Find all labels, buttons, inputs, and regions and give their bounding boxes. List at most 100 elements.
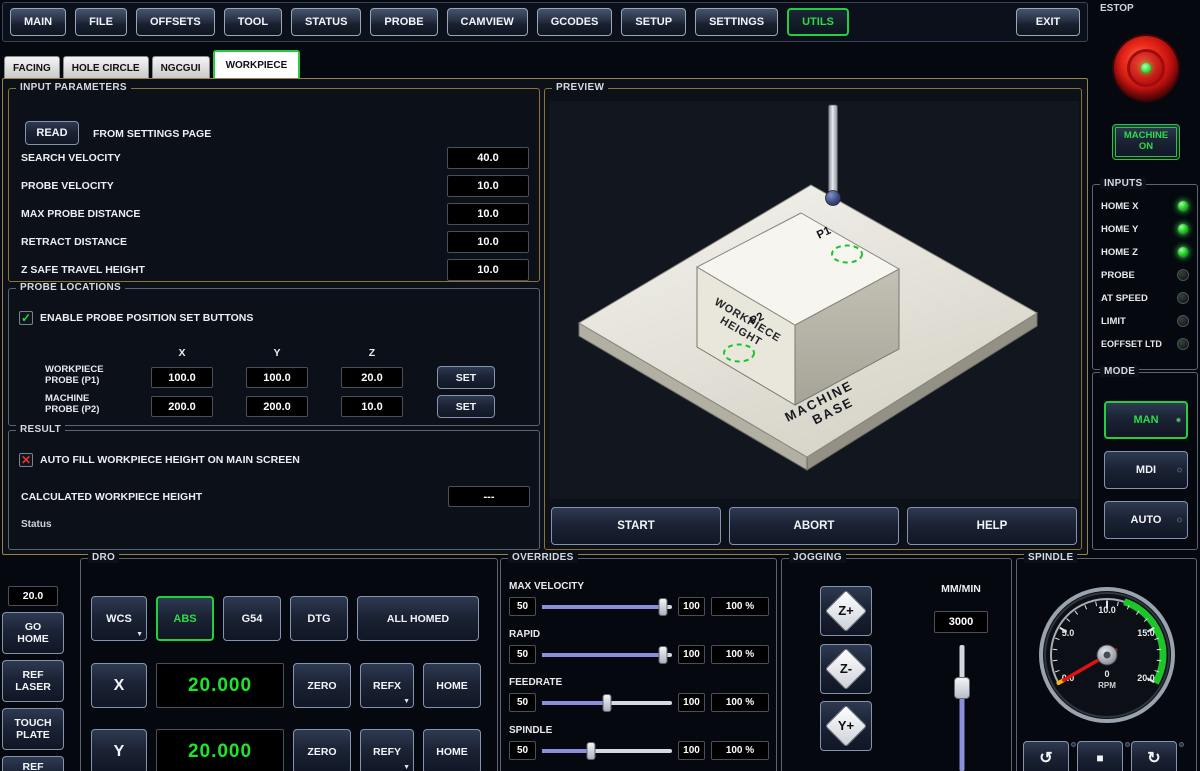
exit-button[interactable]: EXIT — [1016, 8, 1080, 36]
gauge-tick-5: 5.0 — [1062, 628, 1075, 638]
menu-settings[interactable]: SETTINGS — [695, 8, 778, 36]
autofill-height-checkbox[interactable]: ✕ — [19, 453, 33, 467]
p1-y-field[interactable]: 100.0 — [246, 367, 308, 388]
menu-gcodes[interactable]: GCODES — [537, 8, 613, 36]
tab-workpiece[interactable]: WORKPIECE — [213, 50, 301, 81]
touch-plate-label: TOUCH PLATE — [14, 717, 51, 741]
mode-man-button[interactable]: MAN — [1104, 401, 1188, 439]
go-home-button[interactable]: GO HOME — [2, 612, 64, 654]
retract-distance-label: RETRACT DISTANCE — [21, 236, 127, 248]
p1-x-field[interactable]: 100.0 — [151, 367, 213, 388]
read-caption: FROM SETTINGS PAGE — [93, 128, 211, 140]
laser-offset-field[interactable]: 20.0 — [8, 586, 58, 606]
autofill-height-label: AUTO FILL WORKPIECE HEIGHT ON MAIN SCREE… — [40, 454, 300, 466]
wcs-label: WCS — [106, 613, 132, 625]
gauge-hub-center — [1104, 652, 1111, 659]
abort-button[interactable]: ABORT — [729, 507, 899, 545]
input-label-at-speed: AT SPEED — [1101, 293, 1148, 304]
x-home-button[interactable]: HOME — [423, 663, 481, 708]
jog-z-minus-button[interactable]: Z- — [820, 644, 872, 694]
retract-distance-field[interactable]: 10.0 — [447, 231, 529, 253]
jog-rate-field[interactable]: 3000 — [934, 611, 988, 633]
x-zero-button[interactable]: ZERO — [293, 663, 351, 708]
probe-locations-group: PROBE LOCATIONS ✓ ENABLE PROBE POSITION … — [8, 288, 540, 426]
search-velocity-field[interactable]: 40.0 — [447, 147, 529, 169]
max-probe-distance-field[interactable]: 10.0 — [447, 203, 529, 225]
max-velocity-slider[interactable] — [542, 598, 672, 616]
jog-z-plus-button[interactable]: Z+ — [820, 586, 872, 636]
input-label-limit: LIMIT — [1101, 316, 1126, 327]
y-zero-button[interactable]: ZERO — [293, 729, 351, 771]
feedrate-label: FEEDRATE — [509, 677, 562, 688]
g54-button[interactable]: G54 — [223, 596, 281, 641]
jog-rate-slider[interactable] — [954, 645, 970, 771]
chevron-down-icon: ▼ — [136, 631, 143, 638]
spindle-override-label: SPINDLE — [509, 725, 552, 736]
menu-offsets[interactable]: OFFSETS — [136, 8, 215, 36]
spindle-override-slider[interactable] — [542, 742, 672, 760]
start-button[interactable]: START — [551, 507, 721, 545]
estop-button[interactable] — [1114, 36, 1178, 100]
p1-set-button[interactable]: SET — [437, 366, 495, 389]
spindle-percent: 100 % — [711, 741, 769, 760]
p2-y-field[interactable]: 200.0 — [246, 396, 308, 417]
y-axis-button[interactable]: Y — [91, 729, 147, 771]
stop-square-icon: ■ — [1096, 751, 1103, 765]
p2-x-field[interactable]: 200.0 — [151, 396, 213, 417]
preview-group: PREVIEW WO — [544, 88, 1082, 550]
p2-z-field[interactable]: 10.0 — [341, 396, 403, 417]
x-axis-dro-display: 20.000 — [156, 663, 284, 708]
ref-button[interactable]: REF — [2, 756, 64, 771]
go-home-label: GO HOME — [17, 621, 49, 645]
spindle-min: 50 — [509, 741, 536, 760]
y-ref-button[interactable]: REFY▼ — [360, 729, 414, 771]
rapid-slider[interactable] — [542, 646, 672, 664]
menu-setup[interactable]: SETUP — [621, 8, 686, 36]
menu-probe[interactable]: PROBE — [370, 8, 437, 36]
inputs-group: INPUTS HOME X HOME Y HOME Z PROBE AT SPE… — [1092, 184, 1198, 370]
feedrate-percent: 100 % — [711, 693, 769, 712]
p2-set-button[interactable]: SET — [437, 395, 495, 418]
refx-label: REFX — [373, 680, 401, 692]
menu-tool[interactable]: TOOL — [224, 8, 282, 36]
calculated-height-field: --- — [448, 486, 530, 507]
x-axis-button[interactable]: X — [91, 663, 147, 708]
jog-rate-slider-thumb[interactable] — [954, 677, 970, 699]
x-ref-button[interactable]: REFX▼ — [360, 663, 414, 708]
gauge-tick-20: 20.0 — [1137, 673, 1155, 683]
menu-file[interactable]: FILE — [75, 8, 127, 36]
machine-on-button[interactable]: MACHINE ON — [1112, 124, 1180, 160]
spindle-reverse-button[interactable]: ↺ — [1023, 741, 1069, 771]
enable-set-buttons-checkbox[interactable]: ✓ — [19, 311, 33, 325]
wcs-button[interactable]: WCS ▼ — [91, 596, 147, 641]
max-velocity-percent: 100 % — [711, 597, 769, 616]
mdi-indicator-led — [1177, 468, 1182, 473]
y-home-button[interactable]: HOME — [423, 729, 481, 771]
menu-status[interactable]: STATUS — [291, 8, 361, 36]
feedrate-min: 50 — [509, 693, 536, 712]
mode-auto-button[interactable]: AUTO — [1104, 501, 1188, 539]
all-homed-button[interactable]: ALL HOMED — [357, 596, 479, 641]
preview-title: PREVIEW — [552, 82, 608, 93]
menu-utils[interactable]: UTILS — [787, 8, 849, 36]
limit-led — [1177, 315, 1189, 327]
read-button[interactable]: READ — [25, 121, 79, 145]
jog-y-plus-button[interactable]: Y+ — [820, 701, 872, 751]
rotate-ccw-icon: ↺ — [1039, 748, 1052, 768]
z-safe-height-field[interactable]: 10.0 — [447, 259, 529, 281]
mode-group-title: MODE — [1100, 366, 1139, 377]
spindle-stop-button[interactable]: ■ — [1077, 741, 1123, 771]
p1-z-field[interactable]: 20.0 — [341, 367, 403, 388]
probe-velocity-field[interactable]: 10.0 — [447, 175, 529, 197]
dtg-button[interactable]: DTG — [290, 596, 348, 641]
abs-button[interactable]: ABS — [156, 596, 214, 641]
help-button[interactable]: HELP — [907, 507, 1077, 545]
menu-main[interactable]: MAIN — [10, 8, 66, 36]
mode-mdi-button[interactable]: MDI — [1104, 451, 1188, 489]
feedrate-slider[interactable] — [542, 694, 672, 712]
touch-plate-button[interactable]: TOUCH PLATE — [2, 708, 64, 750]
gauge-tick-15: 15.0 — [1137, 628, 1155, 638]
ref-laser-button[interactable]: REF LASER — [2, 660, 64, 702]
spindle-forward-button[interactable]: ↻ — [1131, 741, 1177, 771]
menu-camview[interactable]: CAMVIEW — [447, 8, 528, 36]
